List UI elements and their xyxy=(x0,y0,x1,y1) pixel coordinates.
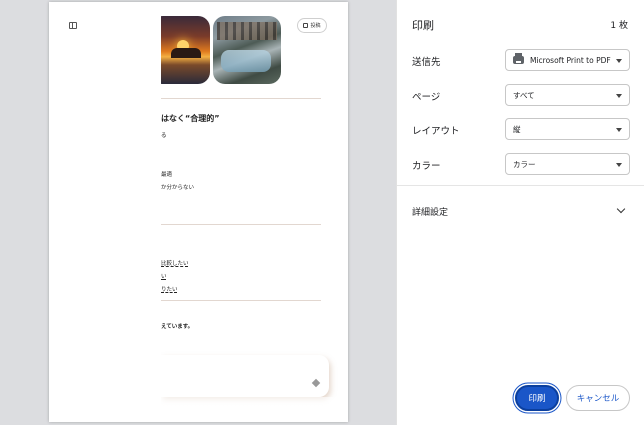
sunset-thumbnail xyxy=(161,16,210,84)
print-settings-panel: 印刷 1 枚 送信先 Microsoft Print to PDF ページ すべ… xyxy=(396,0,644,425)
preview-line: か分からない xyxy=(161,185,195,191)
cancel-button[interactable]: キャンセル xyxy=(566,385,630,411)
pages-label: ページ xyxy=(412,92,441,103)
page-fade xyxy=(161,397,348,422)
dropdown-caret-icon xyxy=(616,94,622,98)
send-icon xyxy=(311,378,321,388)
panel-divider xyxy=(397,185,644,186)
destination-select[interactable]: Microsoft Print to PDF xyxy=(505,49,630,71)
chevron-down-icon[interactable] xyxy=(616,204,626,214)
share-icon xyxy=(303,23,309,28)
layout-value: 縦 xyxy=(513,124,521,134)
pages-value: すべて xyxy=(513,90,535,100)
preview-line: る xyxy=(161,133,167,139)
color-select[interactable]: カラー xyxy=(505,153,630,175)
print-preview-area: 投稿 はなく“合理的” る 最適 か分からない 比較したい い りたい えていま… xyxy=(0,0,396,425)
preview-content: 投稿 はなく“合理的” る 最適 か分からない 比較したい い りたい えていま… xyxy=(161,2,348,422)
preview-line: えています。 xyxy=(161,324,194,330)
divider xyxy=(161,224,321,225)
sheet-count: 1 枚 xyxy=(610,21,628,31)
divider xyxy=(161,98,321,99)
layout-select[interactable]: 縦 xyxy=(505,118,630,140)
chat-input-card xyxy=(161,355,329,397)
destination-value: Microsoft Print to PDF xyxy=(530,55,611,65)
dropdown-caret-icon xyxy=(616,163,622,167)
divider xyxy=(161,300,321,301)
share-button: 投稿 xyxy=(297,18,327,33)
preview-page: 投稿 はなく“合理的” る 最適 か分からない 比較したい い りたい えていま… xyxy=(49,2,348,422)
preview-link: 比較したい xyxy=(161,261,189,267)
hot-spring-thumbnail xyxy=(213,16,281,84)
preview-link: りたい xyxy=(161,287,178,293)
dropdown-caret-icon xyxy=(616,128,622,132)
preview-heading: はなく“合理的” xyxy=(161,114,220,123)
printer-icon xyxy=(513,53,524,64)
share-label: 投稿 xyxy=(310,23,321,29)
color-value: カラー xyxy=(513,159,536,169)
sidebar-toggle-icon xyxy=(69,22,77,29)
preview-link: い xyxy=(161,274,167,280)
layout-label: レイアウト xyxy=(412,126,460,137)
more-settings-toggle[interactable]: 詳細設定 xyxy=(412,205,448,218)
panel-title: 印刷 xyxy=(412,19,434,32)
pages-select[interactable]: すべて xyxy=(505,84,630,106)
destination-label: 送信先 xyxy=(412,57,441,68)
dropdown-caret-icon xyxy=(616,59,622,63)
color-label: カラー xyxy=(412,161,441,172)
preview-line: 最適 xyxy=(161,172,173,178)
print-button[interactable]: 印刷 xyxy=(515,385,559,411)
